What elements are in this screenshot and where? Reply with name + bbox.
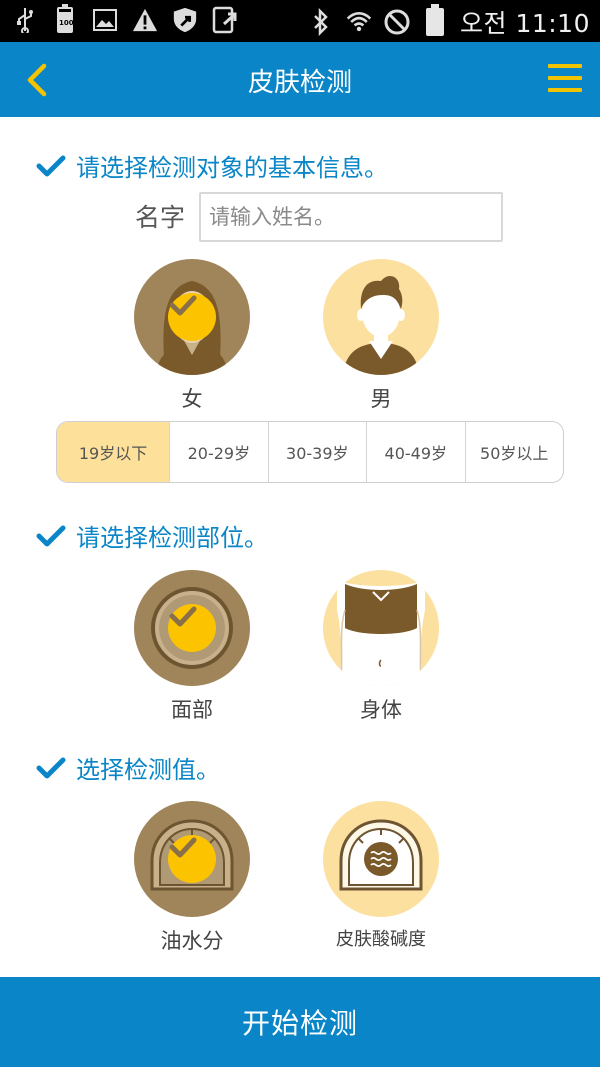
area-face-option[interactable]: 面部 <box>134 570 250 724</box>
selected-check-badge <box>168 835 216 883</box>
selected-check-badge <box>168 604 216 652</box>
hamburger-icon-bar <box>548 76 582 80</box>
measure-oil-water-option[interactable]: 油水分 <box>134 801 250 955</box>
name-input[interactable] <box>199 192 503 242</box>
gender-male-label: 男 <box>370 387 392 411</box>
age-range-tabs: 19岁以下 20-29岁 30-39岁 40-49岁 50岁以上 <box>56 421 564 483</box>
gender-female-option[interactable]: 女 <box>134 259 250 413</box>
wifi-icon <box>346 8 372 36</box>
section-area-text: 请选择检测部位。 <box>76 524 268 552</box>
body-icon <box>337 580 425 686</box>
oil-water-circle <box>134 801 250 917</box>
menu-button[interactable] <box>548 60 582 96</box>
name-label: 名字 <box>135 203 186 232</box>
ph-circle <box>323 801 439 917</box>
measure-ph-label: 皮肤酸碱度 <box>336 929 426 950</box>
area-body-option[interactable]: 身体 <box>323 570 439 724</box>
app-header: 皮肤检测 <box>0 42 600 117</box>
status-bar: 100 오전 11:10 <box>0 0 600 42</box>
section-basic-info-heading: 请选择检测对象的基本信息。 <box>36 148 388 183</box>
gender-female-label: 女 <box>181 387 203 411</box>
measure-oil-water-label: 油水分 <box>160 929 224 953</box>
bluetooth-icon <box>308 8 334 36</box>
warning-icon <box>132 6 158 34</box>
selected-check-badge <box>168 293 216 341</box>
check-icon <box>169 837 197 858</box>
clock: 오전 11:10 <box>460 9 590 38</box>
section-basic-info-text: 请选择检测对象的基本信息。 <box>76 154 388 182</box>
battery-icon: 100 <box>52 4 78 34</box>
face-circle <box>134 570 250 686</box>
age-tab-under-19[interactable]: 19岁以下 <box>57 422 171 482</box>
age-tab-40-49[interactable]: 40-49岁 <box>367 422 466 482</box>
male-icon <box>343 275 419 375</box>
body-circle <box>323 570 439 686</box>
section-area-heading: 请选择检测部位。 <box>36 518 268 553</box>
image-icon <box>92 6 118 34</box>
check-icon <box>169 295 197 316</box>
area-body-label: 身体 <box>360 698 402 722</box>
battery-percent-text: 100 <box>59 11 74 31</box>
check-icon <box>36 155 66 176</box>
section-value-heading: 选择检测值。 <box>36 750 220 785</box>
screen-share-icon <box>212 6 238 34</box>
status-right-icons: 오전 11:10 <box>308 4 590 40</box>
page-title: 皮肤检测 <box>247 68 352 98</box>
check-icon <box>169 606 197 627</box>
area-face-label: 面部 <box>171 698 213 722</box>
ph-gauge-icon <box>339 819 423 891</box>
no-sign-icon <box>384 8 410 36</box>
measure-ph-option[interactable]: 皮肤酸碱度 <box>323 801 439 951</box>
status-left-icons: 100 <box>12 4 238 34</box>
usb-icon <box>12 6 38 34</box>
shield-icon <box>172 6 198 34</box>
age-tab-50-plus[interactable]: 50岁以上 <box>466 422 563 482</box>
battery-full-icon <box>422 4 448 36</box>
age-tab-20-29[interactable]: 20-29岁 <box>170 422 269 482</box>
check-icon <box>36 757 66 778</box>
hamburger-icon-bar <box>548 88 582 92</box>
gender-male-option[interactable]: 男 <box>323 259 439 413</box>
section-value-text: 选择检测值。 <box>76 756 220 784</box>
female-avatar <box>134 259 250 375</box>
hamburger-icon-bar <box>548 64 582 68</box>
start-test-button[interactable]: 开始检测 <box>0 977 600 1067</box>
check-icon <box>36 525 66 546</box>
male-avatar <box>323 259 439 375</box>
age-tab-30-39[interactable]: 30-39岁 <box>269 422 368 482</box>
